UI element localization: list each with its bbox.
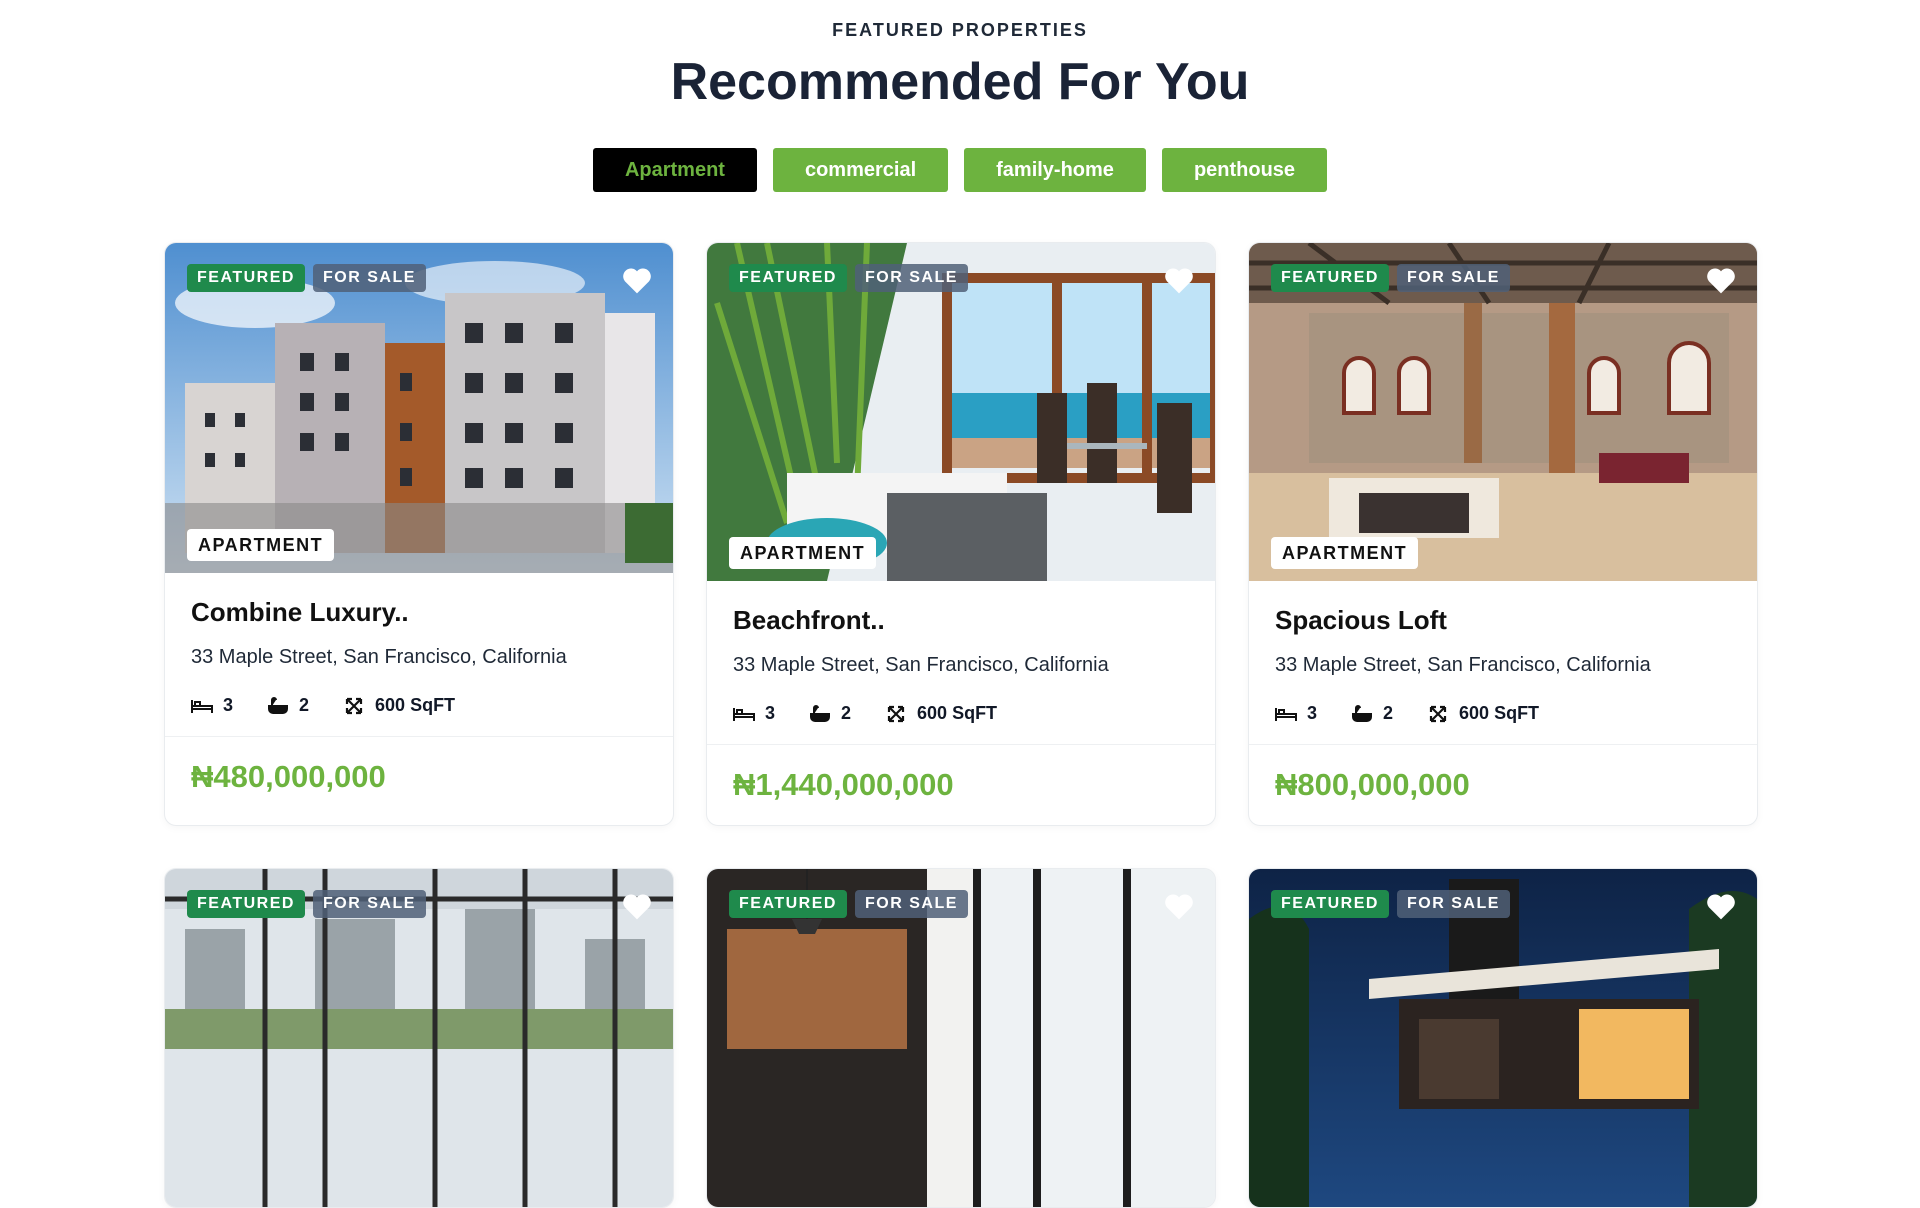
property-image[interactable]: FEATURED FOR SALE APARTMENT [707,243,1215,581]
heart-icon[interactable] [1705,891,1737,921]
filter-penthouse[interactable]: penthouse [1161,148,1328,192]
property-card[interactable]: FEATURED FOR SALE [1248,868,1758,1208]
property-address: 33 Maple Street, San Francisco, Californ… [1275,654,1651,676]
property-features: 3 2 600 SqFT [191,695,647,716]
filter-commercial[interactable]: commercial [772,148,949,192]
property-image[interactable]: FEATURED FOR SALE [1249,869,1757,1207]
property-type-tag: APARTMENT [187,529,335,561]
heart-icon[interactable] [621,265,653,295]
status-badge: FOR SALE [1397,264,1510,292]
status-badge: FOR SALE [313,890,426,918]
property-image[interactable]: FEATURED FOR SALE [165,869,673,1207]
property-image[interactable]: FEATURED FOR SALE APARTMENT [165,243,673,573]
property-address: 33 Maple Street, San Francisco, Californ… [733,654,1109,676]
heart-icon[interactable] [1163,891,1195,921]
featured-badge: FEATURED [187,890,305,918]
property-card[interactable]: FEATURED FOR SALE APARTMENT Beachfront..… [706,242,1216,826]
baths-count: 2 [299,695,310,715]
area-value: 600 SqFT [1459,703,1540,723]
property-price: ₦800,000,000 [1275,767,1470,802]
property-card[interactable]: FEATURED FOR SALE APARTMENT Spacious Lof… [1248,242,1758,826]
property-address: 33 Maple Street, San Francisco, Californ… [191,646,567,668]
property-card[interactable]: FEATURED FOR SALE APARTMENT Combine Luxu… [164,242,674,826]
featured-badge: FEATURED [729,264,847,292]
property-features: 3 2 600 SqFT [733,703,1189,724]
bed-icon [733,707,755,721]
bath-icon [1352,704,1373,722]
property-title[interactable]: Spacious Loft [1275,605,1731,636]
baths-count: 2 [841,703,852,723]
area-value: 600 SqFT [375,695,456,715]
heart-icon[interactable] [1163,265,1195,295]
modern-kitchen-photo [707,869,1215,1207]
beachfront-bedroom-photo [707,243,1215,581]
bath-icon [810,704,831,722]
baths-count: 2 [1383,703,1394,723]
bed-icon [1275,707,1297,721]
filter-apartment[interactable]: Apartment [592,148,757,192]
property-type-tag: APARTMENT [1271,537,1419,569]
bath-icon [268,696,289,714]
featured-badge: FEATURED [729,890,847,918]
property-grid: FEATURED FOR SALE APARTMENT Combine Luxu… [164,242,1758,1208]
featured-badge: FEATURED [1271,890,1389,918]
beds-count: 3 [223,695,234,715]
property-card[interactable]: FEATURED FOR SALE [706,868,1216,1208]
area-icon [887,705,905,722]
apartment-building-photo [165,243,673,573]
bed-icon [191,699,213,713]
property-image[interactable]: FEATURED FOR SALE [707,869,1215,1207]
property-price: ₦480,000,000 [191,759,386,794]
beds-count: 3 [765,703,776,723]
featured-badge: FEATURED [187,264,305,292]
property-type-tag: APARTMENT [729,537,877,569]
section-eyebrow: FEATURED PROPERTIES [832,20,1088,40]
beds-count: 3 [1307,703,1318,723]
city-view-living-room-photo [165,869,673,1207]
featured-badge: FEATURED [1271,264,1389,292]
category-filters: Apartment commercial family-home penthou… [0,148,1920,192]
property-card[interactable]: FEATURED FOR SALE [164,868,674,1208]
area-icon [1429,705,1447,722]
brick-loft-photo [1249,243,1757,581]
heart-icon[interactable] [1705,265,1737,295]
property-image[interactable]: FEATURED FOR SALE APARTMENT [1249,243,1757,581]
status-badge: FOR SALE [1397,890,1510,918]
section-title: Recommended For You [670,53,1250,111]
property-title[interactable]: Combine Luxury.. [191,597,647,628]
status-badge: FOR SALE [313,264,426,292]
modern-house-night-photo [1249,869,1757,1207]
property-price: ₦1,440,000,000 [733,767,954,802]
area-icon [345,697,363,714]
property-features: 3 2 600 SqFT [1275,703,1731,724]
area-value: 600 SqFT [917,703,998,723]
property-title[interactable]: Beachfront.. [733,605,1189,636]
heart-icon[interactable] [621,891,653,921]
filter-family-home[interactable]: family-home [964,148,1146,192]
status-badge: FOR SALE [855,890,968,918]
status-badge: FOR SALE [855,264,968,292]
